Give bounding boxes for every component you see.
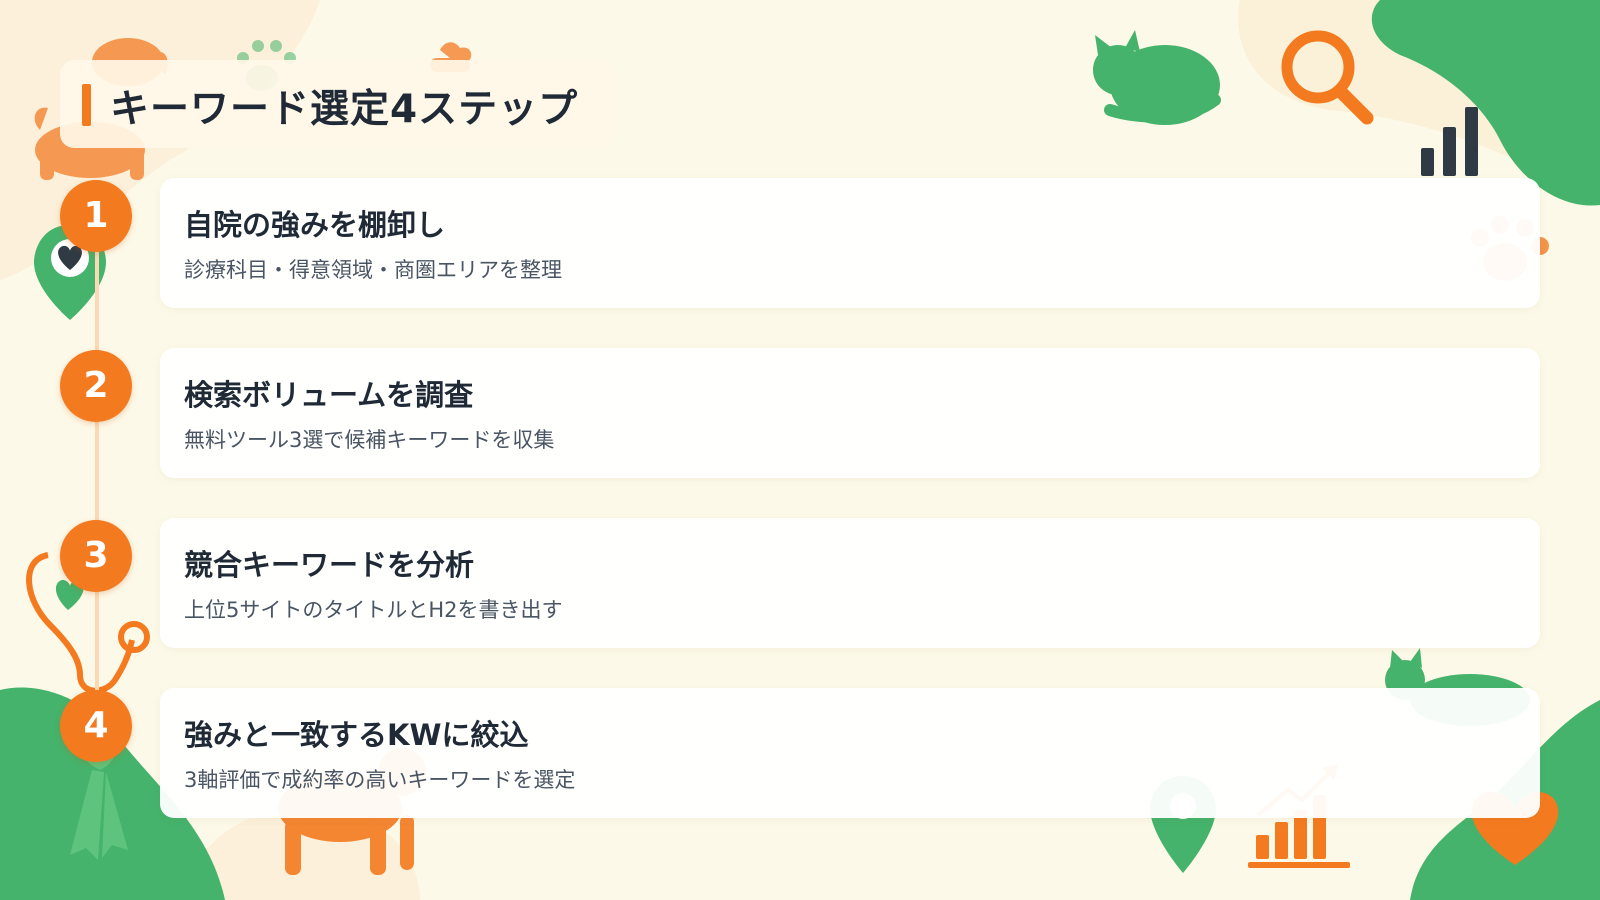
step-card: 強みと一致するKWに絞込 3軸評価で成約率の高いキーワードを選定 bbox=[160, 688, 1540, 818]
step-number-badge: 4 bbox=[60, 690, 132, 762]
step-description: 診療科目・得意領域・商圏エリアを整理 bbox=[184, 258, 562, 282]
step-title: 検索ボリュームを調査 bbox=[184, 378, 474, 412]
step-number-badge: 3 bbox=[60, 520, 132, 592]
step-item: 競合キーワードを分析 上位5サイトのタイトルとH2を書き出す 3 bbox=[0, 518, 1600, 658]
step-number-badge: 2 bbox=[60, 350, 132, 422]
step-description: 3軸評価で成約率の高いキーワードを選定 bbox=[184, 768, 576, 792]
title-box: キーワード選定4ステップ bbox=[60, 60, 613, 148]
step-number-badge: 1 bbox=[60, 180, 132, 252]
sleeping-cat-icon bbox=[1093, 30, 1221, 125]
step-item: 強みと一致するKWに絞込 3軸評価で成約率の高いキーワードを選定 4 bbox=[0, 688, 1600, 828]
step-card: 検索ボリュームを調査 無料ツール3選で候補キーワードを収集 bbox=[160, 348, 1540, 478]
step-title: 強みと一致するKWに絞込 bbox=[184, 718, 529, 752]
step-description: 無料ツール3選で候補キーワードを収集 bbox=[184, 428, 555, 452]
page-title: キーワード選定4ステップ bbox=[110, 87, 579, 132]
step-card: 競合キーワードを分析 上位5サイトのタイトルとH2を書き出す bbox=[160, 518, 1540, 648]
step-title: 競合キーワードを分析 bbox=[184, 548, 475, 582]
title-accent-bar bbox=[82, 84, 91, 126]
step-item: 自院の強みを棚卸し 診療科目・得意領域・商圏エリアを整理 1 bbox=[0, 178, 1600, 318]
step-title: 自院の強みを棚卸し bbox=[184, 208, 446, 242]
step-card: 自院の強みを棚卸し 診療科目・得意領域・商圏エリアを整理 bbox=[160, 178, 1540, 308]
step-item: 検索ボリュームを調査 無料ツール3選で候補キーワードを収集 2 bbox=[0, 348, 1600, 488]
step-description: 上位5サイトのタイトルとH2を書き出す bbox=[184, 598, 563, 622]
